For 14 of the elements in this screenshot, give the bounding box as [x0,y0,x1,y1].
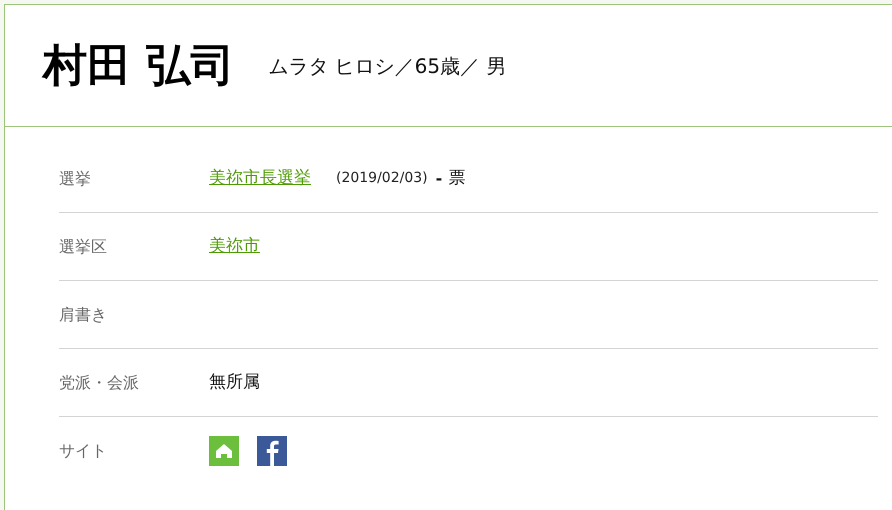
value-link[interactable]: 美祢市長選挙 [209,166,311,192]
value-text: 無所属 [209,370,260,394]
row-label: サイト [59,440,108,462]
candidate-details: ムラタ ヒロシ／65歳／ 男 [268,52,506,80]
row-label: 選挙区 [59,236,108,258]
row-label: 党派・会派 [59,372,140,394]
election-date: (2019/02/03) [336,169,428,188]
facebook-link[interactable] [257,436,287,466]
candidate-name: 村田 弘司 [43,44,234,88]
row-label: 選挙 [59,168,92,190]
vote-unit: 票 [448,166,466,190]
vote-count: - [436,168,442,190]
row-label: 肩書き [59,304,108,326]
value-link[interactable]: 美祢市 [209,234,260,260]
